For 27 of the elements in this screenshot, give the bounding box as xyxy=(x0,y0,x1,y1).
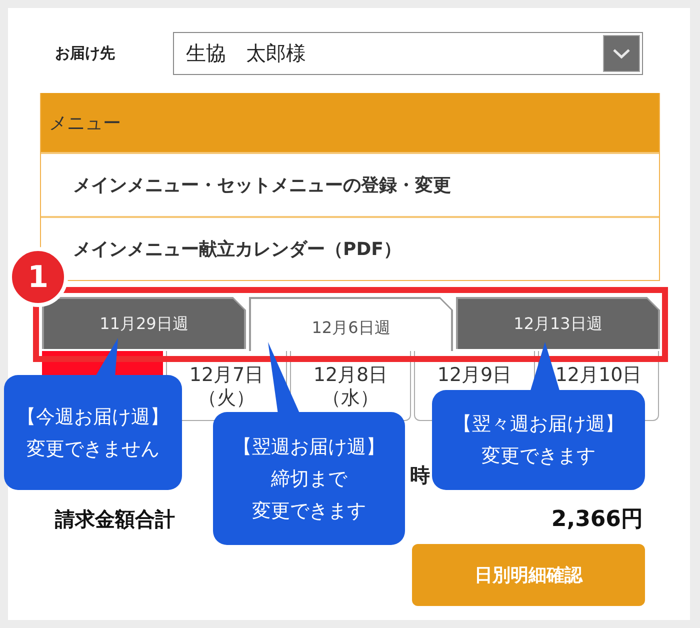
recipient-label: お届け先 xyxy=(55,44,115,63)
menu-header: メニュー xyxy=(41,93,659,152)
menu-link[interactable]: メインメニュー・セットメニューの登録・変更 xyxy=(73,173,451,197)
week-tab[interactable]: 12月6日週 xyxy=(249,297,453,351)
day-weekday: （水） xyxy=(322,387,379,410)
folded-corner-icon xyxy=(646,297,660,311)
callout-text: 締切まで xyxy=(271,466,347,492)
day-date: 12月10日 xyxy=(555,364,642,387)
day-date: 12月7日 xyxy=(189,364,264,387)
total-label: 請求金額合計 xyxy=(55,506,175,532)
week-tab[interactable]: 11月29日週 xyxy=(42,297,246,349)
chevron-down-icon[interactable] xyxy=(603,35,640,72)
recipient-select[interactable]: 生協 太郎様 xyxy=(173,32,643,75)
folded-corner-icon xyxy=(232,297,246,311)
callout-text: 変更できません xyxy=(26,436,160,462)
covered-text: 時 xyxy=(410,463,430,487)
day-weekday: （火） xyxy=(198,387,255,410)
folded-corner-icon xyxy=(439,297,453,311)
menu-link[interactable]: メインメニュー献立カレンダー（PDF） xyxy=(73,237,402,261)
callout-text: 【今週お届け週】 xyxy=(17,404,169,430)
day-date: 12月9日 xyxy=(437,364,512,387)
callout-text: 変更できます xyxy=(482,444,596,469)
callout-text: 【翌週お届け週】 xyxy=(233,434,385,460)
total-amount: 2,366円 xyxy=(551,506,643,534)
day-date: 12月8日 xyxy=(313,364,388,387)
week-tab[interactable]: 12月13日週 xyxy=(456,297,660,349)
callout-text: 変更できます xyxy=(252,498,366,524)
